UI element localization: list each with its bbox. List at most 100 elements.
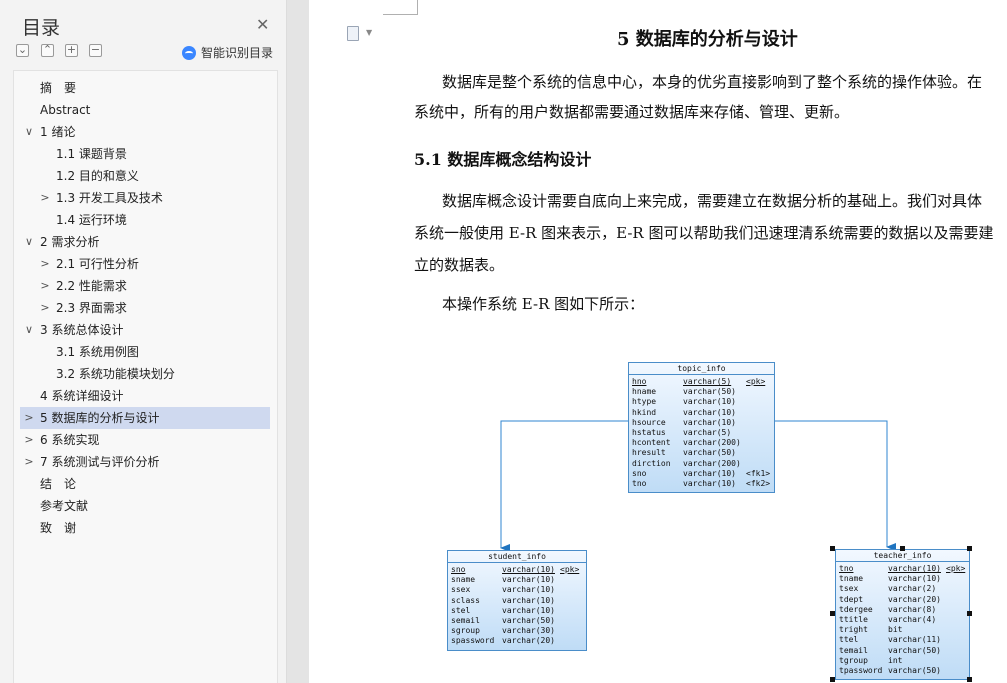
er-column-row: tdergee varchar(8) <box>836 605 969 615</box>
toc-item[interactable]: 摘 要 <box>20 77 270 99</box>
er-table-title: student_info <box>448 551 586 563</box>
toc-item[interactable]: 致 谢 <box>20 517 270 539</box>
toc-item[interactable]: ∨ 2 需求分析 <box>20 231 270 253</box>
expand-level-icon[interactable]: ⌃ <box>41 44 54 57</box>
er-column-name: tpassword <box>839 665 883 675</box>
er-column-type: varchar(50) <box>888 645 941 655</box>
er-column-name: sno <box>632 468 647 478</box>
selection-handle[interactable] <box>830 611 835 616</box>
er-column-row: hno varchar(5) <pk> <box>629 377 774 387</box>
chevron-down-icon[interactable]: ∨ <box>23 319 35 341</box>
er-column-type: varchar(11) <box>888 635 941 645</box>
er-column-type: varchar(10) <box>502 585 555 595</box>
er-column-name: sno <box>451 565 466 574</box>
toc-title: 目录 <box>22 17 61 39</box>
er-column-row: tno varchar(10) <pk> <box>836 564 969 574</box>
toc-item[interactable]: ∨ 3 系统总体设计 <box>20 319 270 341</box>
er-column-row: hsource varchar(10) <box>629 418 774 428</box>
er-column-type: varchar(5) <box>683 377 732 386</box>
er-column-name: ttitle <box>839 614 868 624</box>
toc-item-label: 7 系统测试与评价分析 <box>40 455 160 469</box>
er-column-name: sclass <box>451 595 480 605</box>
er-column-key: <pk> <box>946 564 966 573</box>
er-column-row: sclass varchar(10) <box>448 596 586 606</box>
er-column-type: varchar(10) <box>683 478 736 488</box>
toc-item[interactable]: >5 数据库的分析与设计 <box>20 407 270 429</box>
chevron-right-icon[interactable]: > <box>23 429 35 451</box>
er-column-type: varchar(50) <box>683 448 736 458</box>
toc-item[interactable]: 3.1 系统用例图 <box>20 341 270 363</box>
toc-item[interactable]: >6 系统实现 <box>20 429 270 451</box>
toc-item[interactable]: 参考文献 <box>20 495 270 517</box>
toc-item-label: 致 谢 <box>40 521 77 535</box>
er-column-row: dirction varchar(200) <box>629 459 774 469</box>
toc-item[interactable]: >2.3 界面需求 <box>20 297 270 319</box>
er-table-teacher-info[interactable]: teacher_info tno varchar(10) <pk> tname varch… <box>835 549 970 681</box>
toc-item[interactable]: 4 系统详细设计 <box>20 385 270 407</box>
toc-item[interactable]: 1.2 目的和意义 <box>20 165 270 187</box>
chevron-right-icon[interactable]: > <box>23 407 35 429</box>
fk-line-student <box>500 420 628 552</box>
chevron-right-icon[interactable]: > <box>39 187 51 209</box>
toc-item-label: 4 系统详细设计 <box>40 389 124 403</box>
toc-item[interactable]: >2.2 性能需求 <box>20 275 270 297</box>
er-column-type: varchar(2) <box>888 584 937 594</box>
er-column-name: tright <box>839 625 868 635</box>
document-page: ▼ 5 数据库的分析与设计 数据库是整个系统的信息中心，本身的优劣直接影响到了整… <box>309 0 1007 683</box>
er-column-name: tno <box>632 478 647 488</box>
toc-list: 摘 要 Abstract ∨ 1 绪论 1.1 课题背景 1.2 目的和意义 >1.3 开发… <box>13 70 278 683</box>
er-column-row: tgroup int <box>836 656 969 666</box>
toc-item-label: 5 数据库的分析与设计 <box>40 411 160 425</box>
er-table-topic-info[interactable]: topic_info hno varchar(5) <pk> hname varchar(… <box>628 362 775 494</box>
er-column-type: varchar(10) <box>502 575 555 585</box>
toc-item[interactable]: >1.3 开发工具及技术 <box>20 187 270 209</box>
er-table-student-info[interactable]: student_info sno varchar(10) <pk> sname varch… <box>447 550 587 651</box>
er-column-row: ssex varchar(10) <box>448 585 586 595</box>
er-column-name: tsex <box>839 584 859 594</box>
er-column-type: varchar(10) <box>683 407 736 417</box>
page-gutter <box>287 0 309 683</box>
selection-handle[interactable] <box>830 677 835 682</box>
er-column-row: sname varchar(10) <box>448 575 586 585</box>
toc-item[interactable]: Abstract <box>20 99 270 121</box>
er-column-row: hstatus varchar(5) <box>629 428 774 438</box>
er-column-type: varchar(10) <box>683 417 736 427</box>
toc-item-label: 3 系统总体设计 <box>40 323 124 337</box>
chevron-right-icon[interactable]: > <box>39 253 51 275</box>
er-column-row: semail varchar(50) <box>448 616 586 626</box>
selection-handle[interactable] <box>967 546 972 551</box>
er-column-row: tno varchar(10) <fk2> <box>629 479 774 489</box>
collapse-all-icon[interactable]: ⌄ <box>16 44 29 57</box>
close-icon[interactable]: ✕ <box>256 15 269 34</box>
er-column-row: hresult varchar(50) <box>629 448 774 458</box>
chevron-right-icon[interactable]: > <box>23 451 35 473</box>
toc-item-label: 2 需求分析 <box>40 235 100 249</box>
er-column-key: <fk1> <box>746 468 771 478</box>
toc-item[interactable]: >7 系统测试与评价分析 <box>20 451 270 473</box>
selection-handle[interactable] <box>830 546 835 551</box>
toc-item[interactable]: 3.2 系统功能模块划分 <box>20 363 270 385</box>
toc-item-label: 6 系统实现 <box>40 433 100 447</box>
chevron-down-icon[interactable]: ∨ <box>23 121 35 143</box>
er-column-row: sno varchar(10) <pk> <box>448 565 586 575</box>
smart-toc-button[interactable]: 智能识别目录 <box>182 44 273 61</box>
toc-item[interactable]: >2.1 可行性分析 <box>20 253 270 275</box>
er-column-type: varchar(10) <box>502 595 555 605</box>
selection-handle[interactable] <box>967 677 972 682</box>
toc-item[interactable]: 结 论 <box>20 473 270 495</box>
chevron-right-icon[interactable]: > <box>39 275 51 297</box>
er-column-type: varchar(10) <box>683 397 736 407</box>
toc-item[interactable]: 1.4 运行环境 <box>20 209 270 231</box>
toc-item-label: 1 绪论 <box>40 125 76 139</box>
selection-handle[interactable] <box>900 546 905 551</box>
toc-item[interactable]: ∨ 1 绪论 <box>20 121 270 143</box>
remove-heading-icon[interactable]: − <box>89 44 102 57</box>
er-column-type: varchar(50) <box>502 615 555 625</box>
chevron-right-icon[interactable]: > <box>39 297 51 319</box>
add-heading-icon[interactable]: + <box>65 44 78 57</box>
er-column-name: hname <box>632 387 657 397</box>
chevron-down-icon[interactable]: ∨ <box>23 231 35 253</box>
smart-toc-icon <box>182 45 196 60</box>
selection-handle[interactable] <box>967 611 972 616</box>
toc-item[interactable]: 1.1 课题背景 <box>20 143 270 165</box>
